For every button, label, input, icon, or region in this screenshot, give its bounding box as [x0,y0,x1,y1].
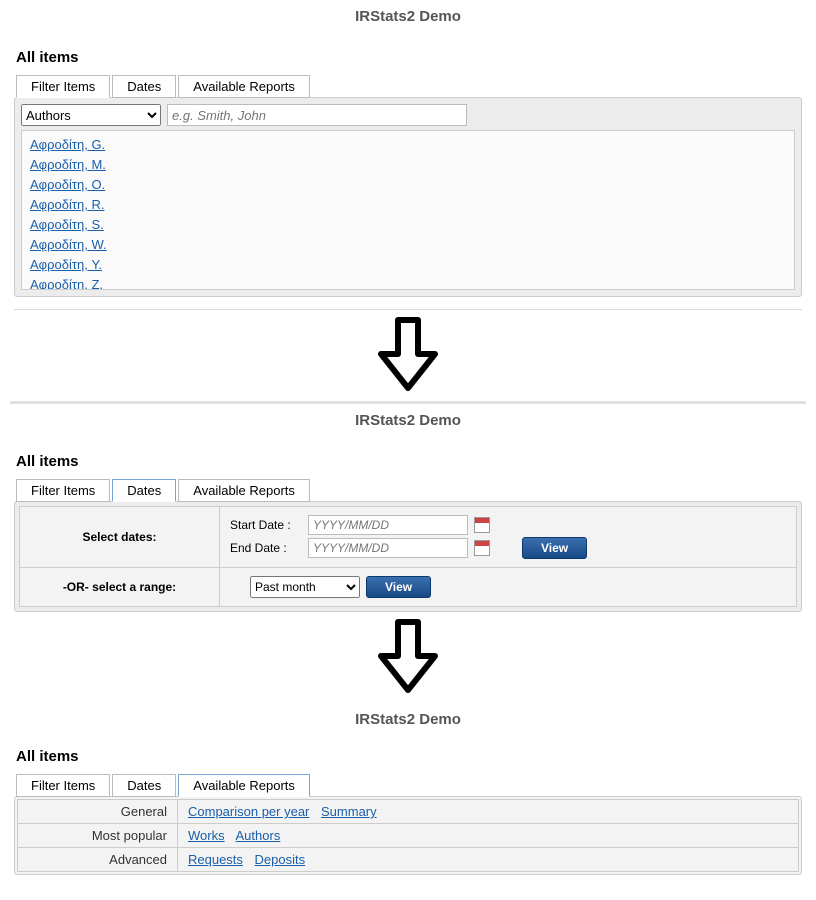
author-listbox[interactable]: Αφροδίτη, G. Αφροδίτη, M. Αφροδίτη, O. Α… [21,130,795,290]
author-link[interactable]: Αφροδίτη, S. [30,215,786,235]
calendar-icon[interactable] [474,540,490,556]
author-search-input[interactable] [167,104,467,126]
down-arrow-icon [10,310,806,401]
end-date-input[interactable] [308,538,468,558]
range-cell: Past month View [220,568,797,607]
dates-panel: Select dates: Start Date : End Date : Vi… [14,501,802,612]
report-links-cell: Works Authors [178,824,799,848]
start-date-input[interactable] [308,515,468,535]
report-row-general: General Comparison per year Summary [18,800,799,824]
calendar-icon[interactable] [474,517,490,533]
filter-type-select[interactable]: Authors [21,104,161,126]
report-link[interactable]: Works [188,828,225,843]
tab-filter-items[interactable]: Filter Items [16,75,110,98]
tab-available-reports[interactable]: Available Reports [178,75,310,98]
author-link[interactable]: Αφροδίτη, Z. [30,275,786,290]
tab-dates[interactable]: Dates [112,774,176,797]
section-title: All items [10,748,806,765]
tabs-2: Filter Items Dates Available Reports [10,478,806,501]
view-range-button[interactable]: View [366,576,431,598]
report-links-cell: Requests Deposits [178,848,799,872]
tabs-1: Filter Items Dates Available Reports [10,74,806,97]
author-link[interactable]: Αφροδίτη, G. [30,135,786,155]
start-date-label: Start Date : [230,518,302,532]
author-link[interactable]: Αφροδίτη, M. [30,155,786,175]
view-dates-button[interactable]: View [522,537,587,559]
app-title: IRStats2 Demo [10,412,806,429]
app-title: IRStats2 Demo [10,8,806,25]
author-link[interactable]: Αφροδίτη, O. [30,175,786,195]
down-arrow-icon [10,612,806,703]
report-row-popular: Most popular Works Authors [18,824,799,848]
report-link[interactable]: Deposits [255,852,306,867]
or-range-label: -OR- select a range: [20,568,220,607]
end-date-label: End Date : [230,541,302,555]
author-link[interactable]: Αφροδίτη, W. [30,235,786,255]
report-row-advanced: Advanced Requests Deposits [18,848,799,872]
report-link[interactable]: Comparison per year [188,804,309,819]
tab-available-reports[interactable]: Available Reports [178,774,310,797]
select-dates-label: Select dates: [20,507,220,568]
report-category-label: Most popular [18,824,178,848]
tab-dates[interactable]: Dates [112,479,176,502]
section-title: All items [10,453,806,470]
report-category-label: General [18,800,178,824]
report-links-cell: Comparison per year Summary [178,800,799,824]
reports-panel: General Comparison per year Summary Most… [14,796,802,875]
tab-filter-items[interactable]: Filter Items [16,774,110,797]
report-link[interactable]: Authors [236,828,281,843]
tab-filter-items[interactable]: Filter Items [16,479,110,502]
tabs-3: Filter Items Dates Available Reports [10,773,806,796]
dates-inputs-cell: Start Date : End Date : View [220,507,797,568]
app-title: IRStats2 Demo [10,711,806,728]
report-category-label: Advanced [18,848,178,872]
report-link[interactable]: Requests [188,852,243,867]
range-select[interactable]: Past month [250,576,360,598]
tab-available-reports[interactable]: Available Reports [178,479,310,502]
author-link[interactable]: Αφροδίτη, Y. [30,255,786,275]
divider-thick [10,401,806,404]
section-title: All items [10,49,806,66]
tab-dates[interactable]: Dates [112,75,176,98]
report-link[interactable]: Summary [321,804,377,819]
filter-panel: Authors Αφροδίτη, G. Αφροδίτη, M. Αφροδί… [14,97,802,297]
author-link[interactable]: Αφροδίτη, R. [30,195,786,215]
